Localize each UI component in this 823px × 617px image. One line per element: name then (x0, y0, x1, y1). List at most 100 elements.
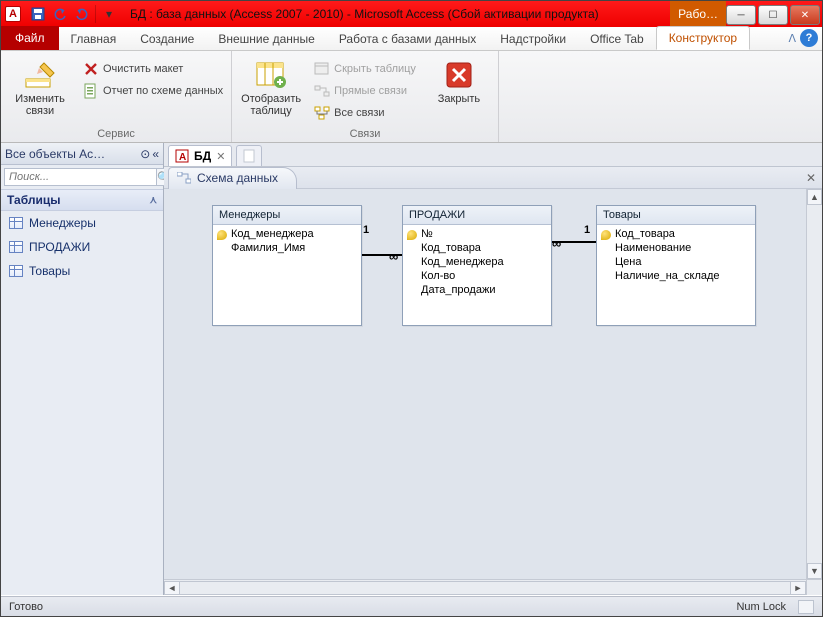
scroll-corner (806, 579, 822, 595)
table-field[interactable]: Код_товара (597, 227, 755, 241)
quick-access-toolbar: ▾ (25, 5, 122, 23)
save-icon[interactable] (29, 5, 47, 23)
view-switcher[interactable] (798, 600, 814, 614)
doc-tab-blank[interactable] (236, 145, 262, 166)
table-field[interactable]: Дата_продажи (403, 283, 551, 297)
all-links-button[interactable]: Все связи (312, 103, 418, 123)
table-icon (9, 217, 23, 229)
nav-dropdown-icon[interactable]: ⊙ (140, 147, 150, 161)
show-table-button[interactable]: Отобразить таблицу (238, 55, 304, 126)
schema-report-button[interactable]: Отчет по схеме данных (81, 81, 225, 101)
table-field[interactable]: № (403, 227, 551, 241)
scroll-up-icon[interactable]: ▲ (807, 189, 822, 205)
table-field[interactable]: Цена (597, 255, 755, 269)
ribbon-group-service: Изменить связи Очистить макет Отчет по с… (1, 51, 232, 142)
hide-table-button: Скрыть таблицу (312, 59, 418, 79)
workspace: Все объекты Ac… ⊙« 🔍 Таблицы ⋏ Менеджеры… (1, 143, 822, 595)
close-button[interactable]: ✕ (790, 5, 820, 25)
sub-tabs: Схема данных ✕ (164, 167, 822, 189)
table-field[interactable]: Наименование (597, 241, 755, 255)
table-field[interactable]: Код_менеджера (213, 227, 361, 241)
maximize-button[interactable]: ☐ (758, 5, 788, 25)
schema-subtab[interactable]: Схема данных (168, 167, 297, 189)
window-controls: ─ ☐ ✕ (726, 3, 822, 25)
hide-table-icon (314, 61, 330, 77)
table-field[interactable]: Код_менеджера (403, 255, 551, 269)
rel-cardinality-many: ∞ (389, 249, 398, 264)
nav-item-managers[interactable]: Менеджеры (1, 211, 163, 235)
show-table-label: Отобразить таблицу (238, 93, 304, 117)
group-service-label: Сервис (7, 126, 225, 140)
undo-icon[interactable] (51, 5, 69, 23)
contextual-tab-label: Рабо… (670, 1, 726, 27)
tab-office-tab[interactable]: Office Tab (578, 28, 656, 50)
relationships-canvas[interactable]: Менеджеры Код_менеджераФамилия_Имя ПРОДА… (164, 189, 822, 595)
close-relations-icon (443, 59, 475, 91)
scroll-down-icon[interactable]: ▼ (807, 563, 822, 579)
table-title: ПРОДАЖИ (403, 206, 551, 225)
close-relations-label: Закрыть (438, 93, 480, 105)
nav-collapse-icon[interactable]: « (152, 147, 159, 161)
table-window-goods[interactable]: Товары Код_товараНаименованиеЦенаНаличие… (596, 205, 756, 326)
schema-report-icon (83, 83, 99, 99)
nav-item-label: Товары (29, 264, 70, 278)
vertical-scrollbar[interactable]: ▲ ▼ (806, 189, 822, 579)
table-fields: Код_менеджераФамилия_Имя (213, 225, 361, 325)
table-title: Товары (597, 206, 755, 225)
tab-create[interactable]: Создание (128, 28, 206, 50)
tab-home[interactable]: Главная (59, 28, 129, 50)
close-subtab-icon[interactable]: ✕ (806, 171, 816, 185)
scroll-track[interactable] (180, 581, 790, 595)
close-relations-button[interactable]: Закрыть (426, 55, 492, 126)
tab-addins[interactable]: Надстройки (488, 28, 578, 50)
table-field[interactable]: Наличие_на_складе (597, 269, 755, 283)
file-tab[interactable]: Файл (1, 26, 59, 50)
scroll-left-icon[interactable]: ◄ (164, 581, 180, 595)
search-input[interactable] (4, 168, 157, 186)
table-field[interactable]: Код_товара (403, 241, 551, 255)
table-icon (9, 265, 23, 277)
ribbon-group-links: Отобразить таблицу Скрыть таблицу Прямые… (232, 51, 499, 142)
edit-relations-label: Изменить связи (7, 93, 73, 117)
nav-item-goods[interactable]: Товары (1, 259, 163, 283)
help-icon[interactable]: ? (800, 29, 818, 47)
tab-external-data[interactable]: Внешние данные (206, 28, 327, 50)
document-tabs: A БД ✕ (164, 143, 822, 167)
horizontal-scrollbar[interactable]: ◄ ► (164, 579, 806, 595)
table-title: Менеджеры (213, 206, 361, 225)
nav-item-sales[interactable]: ПРОДАЖИ (1, 235, 163, 259)
edit-relations-button[interactable]: Изменить связи (7, 55, 73, 126)
rel-cardinality-one: 1 (584, 224, 590, 236)
view-icon[interactable] (798, 600, 814, 614)
table-window-managers[interactable]: Менеджеры Код_менеджераФамилия_Имя (212, 205, 362, 326)
window-title: БД : база данных (Access 2007 - 2010) - … (122, 7, 670, 21)
clear-layout-button[interactable]: Очистить макет (81, 59, 225, 79)
ribbon-collapse-icon[interactable]: ᐱ (788, 32, 796, 45)
close-tab-icon[interactable]: ✕ (216, 150, 225, 163)
scroll-track[interactable] (807, 205, 822, 563)
table-icon (9, 241, 23, 253)
table-window-sales[interactable]: ПРОДАЖИ №Код_товараКод_менеджераКол-воДа… (402, 205, 552, 326)
blank-doc-icon (243, 149, 255, 163)
rel-cardinality-many: ∞ (552, 236, 561, 251)
nav-item-label: Менеджеры (29, 216, 96, 230)
redo-icon[interactable] (73, 5, 91, 23)
schema-report-label: Отчет по схеме данных (103, 85, 223, 97)
qat-separator (95, 5, 96, 23)
minimize-button[interactable]: ─ (726, 5, 756, 25)
tab-database-tools[interactable]: Работа с базами данных (327, 28, 488, 50)
nav-section-tables[interactable]: Таблицы ⋏ (1, 189, 163, 211)
scroll-right-icon[interactable]: ► (790, 581, 806, 595)
section-collapse-icon[interactable]: ⋏ (150, 195, 157, 206)
access-db-icon: A (175, 149, 189, 163)
direct-links-button: Прямые связи (312, 81, 418, 101)
ribbon-tabs: Файл Главная Создание Внешние данные Раб… (1, 27, 822, 51)
table-field[interactable]: Кол-во (403, 269, 551, 283)
table-field[interactable]: Фамилия_Имя (213, 241, 361, 255)
group-links-label: Связи (238, 126, 492, 140)
qat-customize-icon[interactable]: ▾ (100, 5, 118, 23)
relationships-icon (177, 172, 191, 184)
doc-tab-bd[interactable]: A БД ✕ (168, 145, 232, 166)
tab-design[interactable]: Конструктор (656, 26, 750, 50)
nav-header[interactable]: Все объекты Ac… ⊙« (1, 143, 163, 165)
